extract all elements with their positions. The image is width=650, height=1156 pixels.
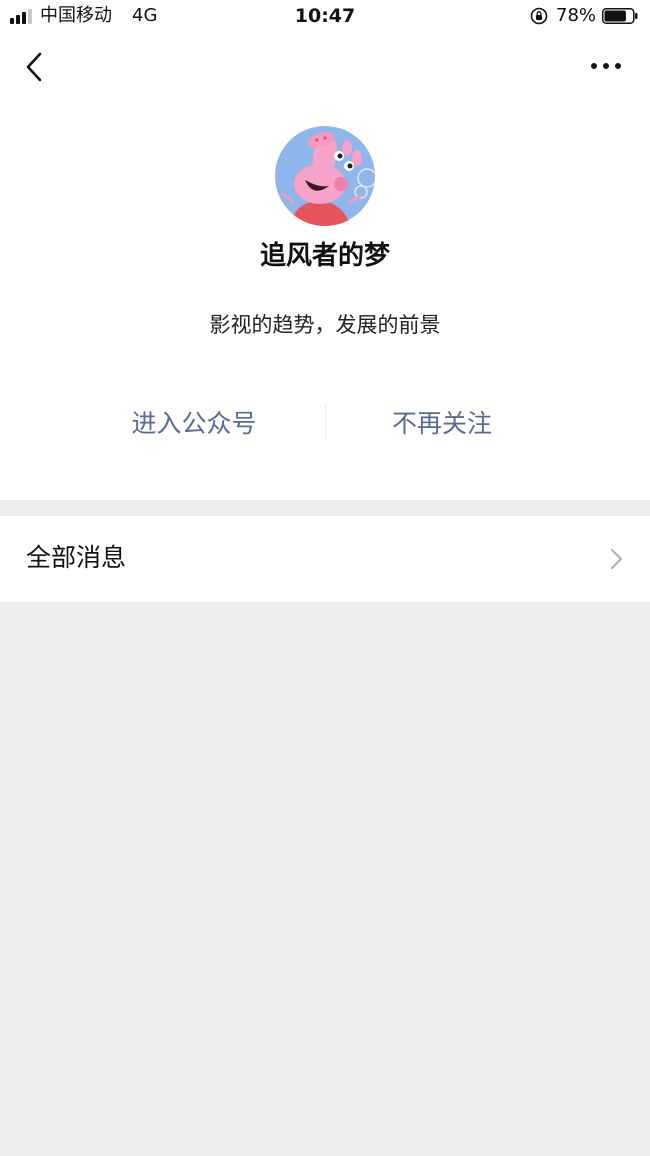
all-messages-row[interactable]: 全部消息 xyxy=(0,516,650,602)
rotation-lock-icon xyxy=(530,7,548,25)
battery-icon xyxy=(602,8,638,24)
enter-account-button[interactable]: 进入公众号 xyxy=(104,404,284,444)
all-messages-label: 全部消息 xyxy=(26,543,127,572)
action-divider xyxy=(325,404,326,438)
account-description: 影视的趋势，发展的前景 xyxy=(209,313,441,337)
more-options-button[interactable] xyxy=(586,56,626,76)
back-button[interactable] xyxy=(20,50,50,84)
profile-card: 追风者的梦 影视的趋势，发展的前景 进入公众号 不再关注 xyxy=(0,34,650,500)
unfollow-button[interactable]: 不再关注 xyxy=(352,404,532,444)
chevron-right-icon xyxy=(610,548,623,570)
status-time: 10:47 xyxy=(294,5,356,27)
battery-percent: 78% xyxy=(556,5,597,26)
status-bar: 中国移动 4G 10:47 78% xyxy=(0,0,650,34)
avatar xyxy=(275,126,375,226)
account-name: 追风者的梦 xyxy=(259,241,390,271)
screen: 中国移动 4G 10:47 78% 追风者的梦 影视的趋势，发展的前景 进入公众… xyxy=(0,0,650,1156)
